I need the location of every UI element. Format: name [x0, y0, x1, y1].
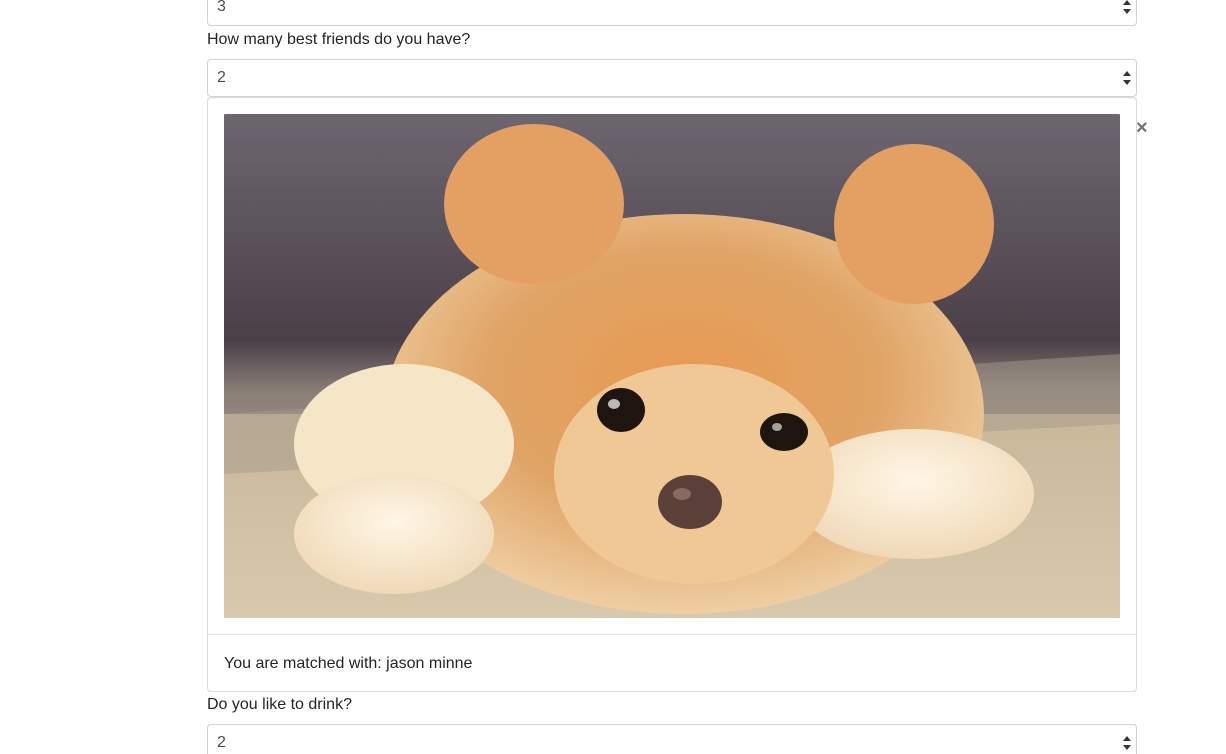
select-value: 3	[217, 0, 226, 15]
close-icon[interactable]: ×	[1136, 118, 1152, 138]
select-arrows-icon	[1123, 736, 1131, 750]
match-modal: You are matched with: jason minne	[207, 97, 1137, 692]
select-value: 2	[217, 734, 226, 751]
best-friends-select[interactable]: 2	[207, 59, 1137, 97]
survey-page: 3 How many best friends do you have? 2 Y…	[0, 0, 1226, 754]
drink-select[interactable]: 2	[207, 724, 1137, 754]
modal-divider	[208, 634, 1136, 635]
previous-question-select[interactable]: 3	[207, 0, 1137, 26]
select-arrows-icon	[1123, 71, 1131, 85]
select-arrows-icon	[1123, 0, 1131, 14]
match-photo	[224, 114, 1120, 618]
best-friends-label: How many best friends do you have?	[207, 31, 471, 48]
drink-label: Do you like to drink?	[207, 696, 352, 713]
match-result-text: You are matched with: jason minne	[224, 655, 473, 672]
select-value: 2	[217, 69, 226, 86]
